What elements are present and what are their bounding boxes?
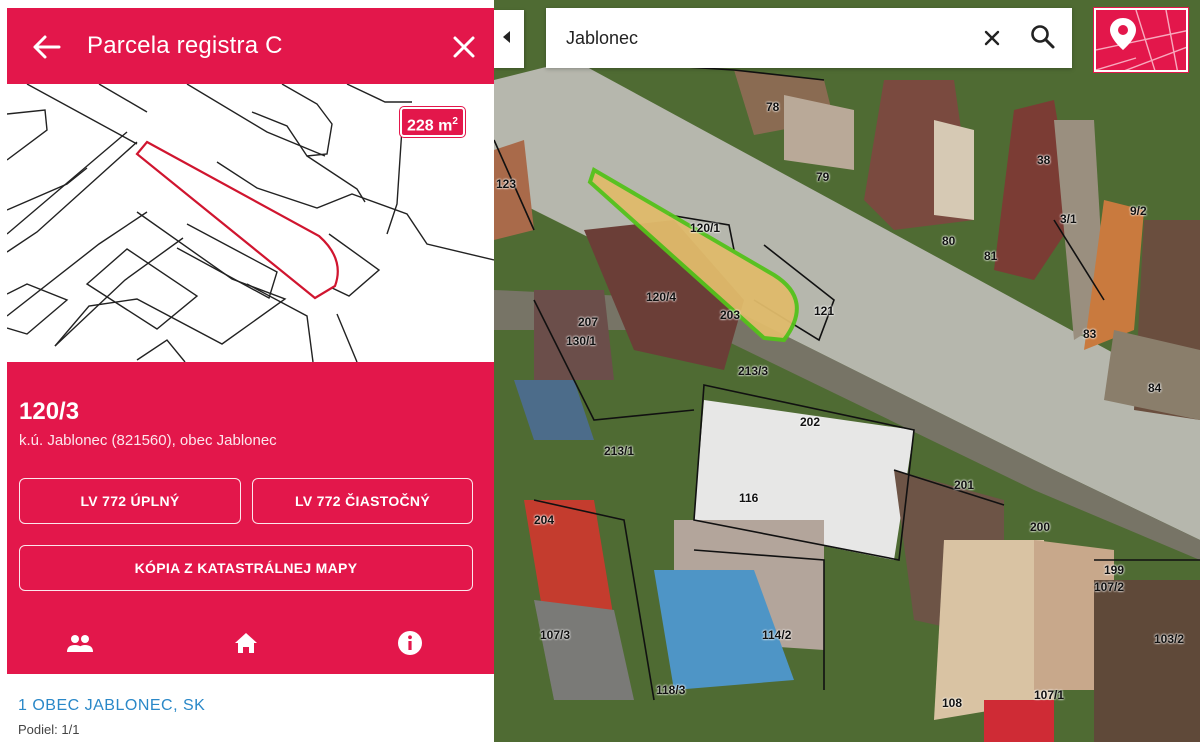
back-button[interactable] [31,30,67,64]
lot-label: 81 [984,249,998,263]
lot-label: 201 [954,478,975,492]
lot-label: 118/3 [656,683,686,697]
lv-partial-button[interactable]: LV 772 ČIASTOČNÝ [252,478,473,524]
lot-label: 107/1 [1034,688,1065,702]
ownership-share: Podiel: 1/1 [18,722,80,737]
lot-label: 108 [942,696,963,710]
close-icon [984,30,1000,46]
lot-label: 3/1 [1060,212,1077,226]
lot-label: 120/4 [646,290,677,304]
search-input[interactable] [566,24,946,52]
parcel-detail-panel: Parcela registra C 228 m2 120/3 k.ú. Jab… [0,0,494,742]
lot-label: 130/1 [566,334,597,348]
map-pin-logo-icon [1096,10,1186,70]
search-clear-button[interactable] [978,24,1006,52]
app-root: Parcela registra C 228 m2 120/3 k.ú. Jab… [0,0,1200,742]
close-icon [453,36,475,58]
lot-label: 78 [766,100,780,114]
area-badge: 228 m2 [400,107,465,137]
search-box [546,8,1072,68]
lot-label: 123 [496,177,517,191]
parcel-location: k.ú. Jablonec (821560), obec Jablonec [19,432,277,449]
panel-title: Parcela registra C [87,32,283,59]
lot-label: 116 [739,491,759,505]
lot-label: 204 [534,513,555,527]
panel-header: Parcela registra C [7,8,494,84]
lot-label: 83 [1083,327,1097,341]
close-button[interactable] [447,30,481,64]
info-icon [398,631,422,655]
collapse-panel-button[interactable] [494,10,524,68]
lot-label: 203 [720,308,741,322]
lot-label: 199 [1104,563,1125,577]
people-icon [67,635,93,652]
tab-owners[interactable] [65,628,95,658]
home-icon [235,633,257,653]
lot-label: 107/2 [1094,580,1125,594]
app-logo-button[interactable] [1094,8,1188,72]
search-button[interactable] [1028,22,1058,52]
tab-info[interactable] [395,628,425,658]
cadastral-map-copy-button[interactable]: KÓPIA Z KATASTRÁLNEJ MAPY [19,545,473,591]
lot-label: 200 [1030,520,1051,534]
lot-label: 9/2 [1130,204,1147,218]
lot-label: 107/3 [540,628,571,642]
lot-label: 114/2 [762,628,792,642]
lot-label: 213/3 [738,364,769,378]
chevron-left-icon [503,31,510,43]
selected-parcel-outline [135,140,339,300]
parcel-number: 120/3 [19,398,80,425]
arrow-left-icon [33,35,61,59]
lot-label: 38 [1037,153,1051,167]
lot-label: 84 [1148,381,1162,395]
parcel-info-card: 120/3 k.ú. Jablonec (821560), obec Jablo… [7,362,494,674]
owner-link[interactable]: 1 OBEC JABLONEC, SK [18,697,205,715]
aerial-map-drawing [494,0,1200,742]
lot-label: 79 [816,170,830,184]
search-icon [1031,25,1055,49]
lot-label: 103/2 [1154,632,1185,646]
lot-label: 121 [814,304,835,318]
tab-home[interactable] [231,628,261,658]
lot-label: 213/1 [604,444,635,458]
lot-label: 80 [942,234,956,248]
lot-label: 207 [578,315,599,329]
aerial-map[interactable]: 78 79 38 80 81 123 120/1 120/4 203 121 2… [494,0,1200,742]
lv-full-button[interactable]: LV 772 ÚPLNÝ [19,478,241,524]
lot-label: 202 [800,415,821,429]
lot-label: 120/1 [690,221,721,235]
